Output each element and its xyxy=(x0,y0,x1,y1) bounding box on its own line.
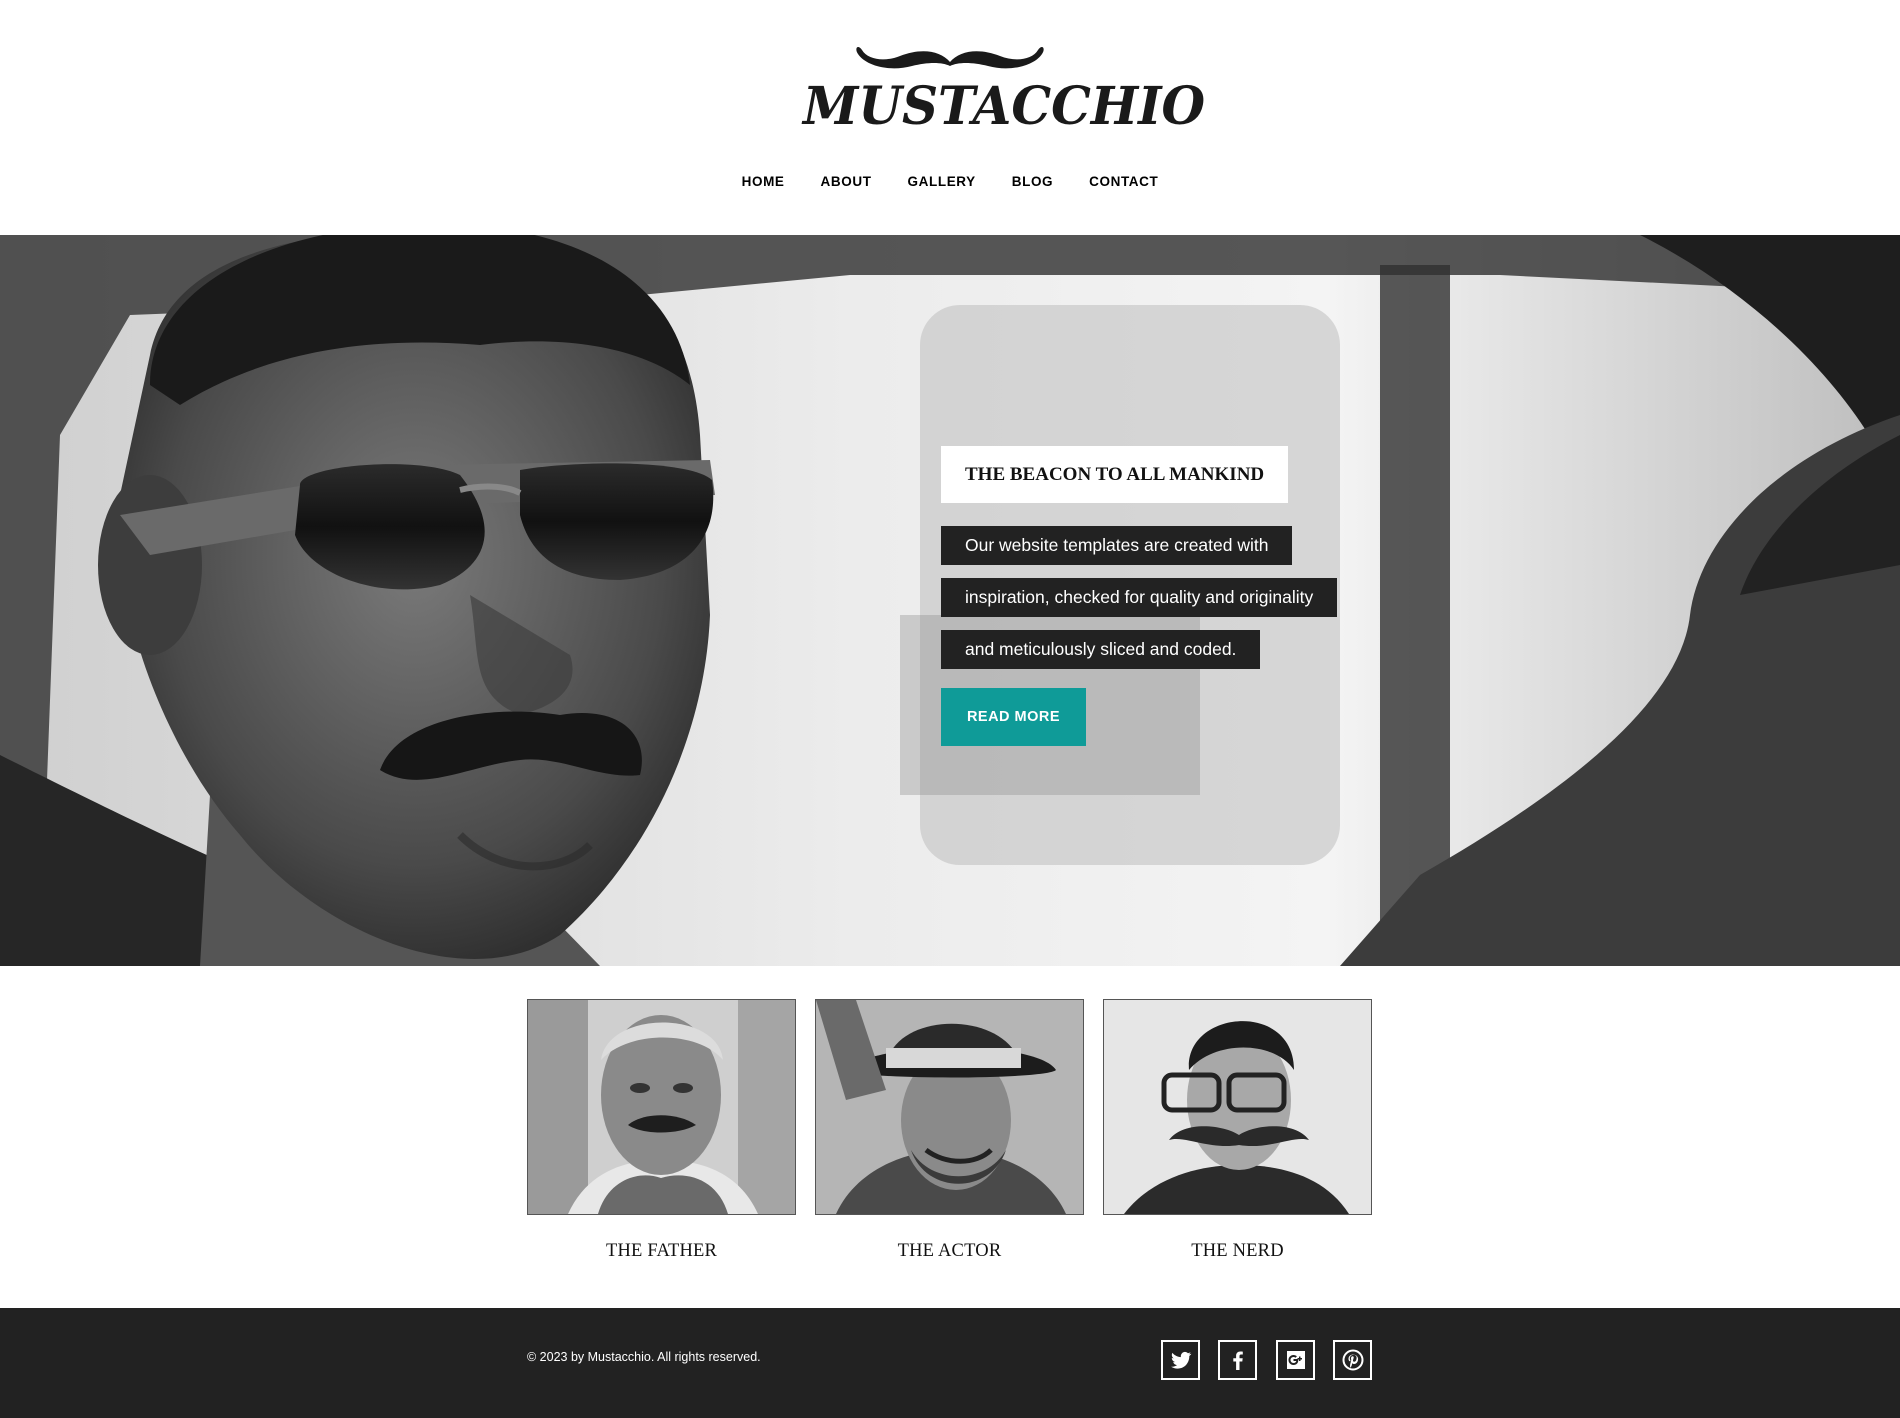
hero-section: THE BEACON TO ALL MANKIND Our website te… xyxy=(0,235,1900,966)
nav-contact[interactable]: CONTACT xyxy=(1089,172,1158,192)
site-footer: © 2023 by Mustacchio. All rights reserve… xyxy=(0,1308,1900,1418)
hero-text-line-3: and meticulously sliced and coded. xyxy=(941,630,1261,669)
nav-blog[interactable]: BLOG xyxy=(1012,172,1053,192)
nav-about[interactable]: ABOUT xyxy=(821,172,872,192)
card-caption: THE NERD xyxy=(1191,1241,1284,1261)
google-plus-link[interactable] xyxy=(1276,1340,1315,1380)
logo-text: MUSTACCHIO xyxy=(803,74,1206,137)
father-photo xyxy=(528,1000,795,1214)
card-nerd[interactable]: THE NERD xyxy=(1103,999,1372,1262)
actor-photo xyxy=(816,1000,1083,1214)
card-image[interactable] xyxy=(527,999,796,1215)
hero-title: THE BEACON TO ALL MANKIND xyxy=(941,446,1289,503)
site-logo[interactable]: MUSTACCHIO xyxy=(795,36,1206,137)
facebook-link[interactable] xyxy=(1218,1340,1257,1380)
read-more-button[interactable]: READ MORE xyxy=(941,688,1086,746)
site-header: MUSTACCHIO HOME ABOUT GALLERY BLOG CONTA… xyxy=(0,0,1900,235)
hero-text-line-2: inspiration, checked for quality and ori… xyxy=(941,578,1338,617)
hero-text-line-1: Our website templates are created with xyxy=(941,526,1293,565)
card-father[interactable]: THE FATHER xyxy=(527,999,796,1262)
card-image[interactable] xyxy=(1103,999,1372,1215)
pinterest-link[interactable] xyxy=(1333,1340,1372,1380)
nav-home[interactable]: HOME xyxy=(742,172,785,192)
pinterest-icon xyxy=(1342,1349,1363,1371)
facebook-icon xyxy=(1232,1351,1243,1370)
google-plus-icon xyxy=(1286,1351,1305,1369)
card-caption: THE FATHER xyxy=(605,1241,718,1261)
twitter-icon xyxy=(1170,1351,1191,1369)
copyright-text: © 2023 by Mustacchio. All rights reserve… xyxy=(527,1350,761,1364)
card-actor[interactable]: THE ACTOR xyxy=(815,999,1084,1262)
card-image[interactable] xyxy=(815,999,1084,1215)
main-nav: HOME ABOUT GALLERY BLOG CONTACT xyxy=(0,172,1900,192)
nerd-photo xyxy=(1104,1000,1371,1214)
card-caption: THE ACTOR xyxy=(897,1241,1002,1261)
nav-gallery[interactable]: GALLERY xyxy=(908,172,976,192)
twitter-link[interactable] xyxy=(1161,1340,1200,1380)
